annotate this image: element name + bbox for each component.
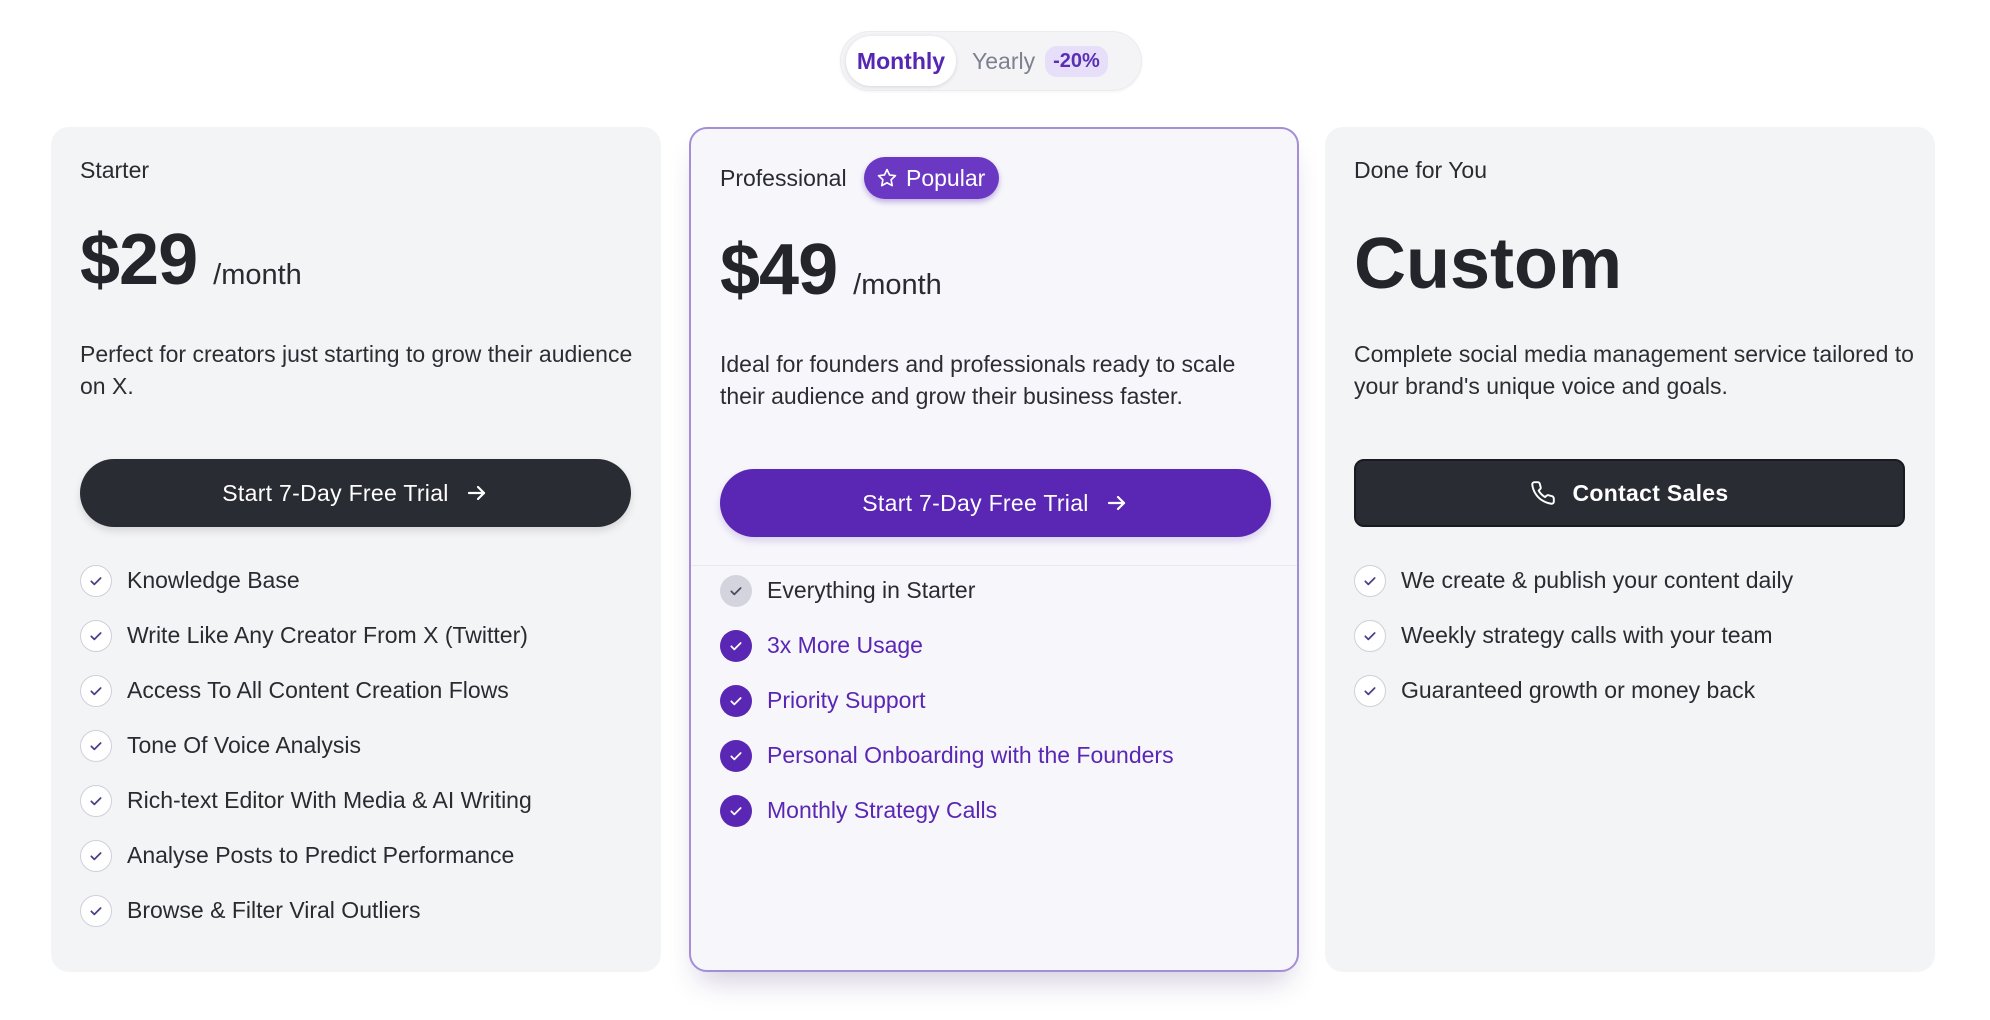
contact-sales-button[interactable]: Contact Sales <box>1354 459 1905 527</box>
feature-item: Rich-text Editor With Media & AI Writing <box>80 773 532 828</box>
feature-item: Knowledge Base <box>80 553 532 608</box>
feature-item: Priority Support <box>720 673 1174 728</box>
contact-sales-label: Contact Sales <box>1572 479 1729 506</box>
arrow-right-icon <box>1105 491 1129 515</box>
check-icon <box>80 729 112 762</box>
start-trial-button[interactable]: Start 7-Day Free Trial <box>720 469 1271 537</box>
feature-label: Weekly strategy calls with your team <box>1401 622 1773 648</box>
plan-card-starter: Starter $29 /month Perfect for creators … <box>51 127 661 972</box>
phone-icon <box>1530 480 1556 506</box>
feature-label: Guaranteed growth or money back <box>1401 677 1756 703</box>
price-amount: $29 <box>80 220 198 300</box>
price-amount: Custom <box>1354 224 1622 304</box>
price-row: $29 /month <box>80 219 302 301</box>
feature-item: Guaranteed growth or money back <box>1354 663 1793 718</box>
feature-label: Tone Of Voice Analysis <box>127 732 361 758</box>
check-icon <box>80 839 112 872</box>
feature-item: Access To All Content Creation Flows <box>80 663 532 718</box>
billing-toggle: Monthly Yearly -20% <box>840 31 1142 91</box>
star-icon <box>876 167 898 189</box>
feature-label: Personal Onboarding with the Founders <box>767 742 1174 768</box>
feature-label: Monthly Strategy Calls <box>767 797 998 823</box>
plan-name: Starter <box>80 157 150 183</box>
feature-label: Everything in Starter <box>767 577 976 603</box>
check-icon <box>720 739 752 772</box>
plan-card-professional: Professional Popular $49 /month Ideal fo… <box>689 127 1299 972</box>
feature-label: Priority Support <box>767 687 926 713</box>
feature-label: Rich-text Editor With Media & AI Writing <box>127 787 532 813</box>
feature-label: Browse & Filter Viral Outliers <box>127 897 421 923</box>
start-trial-label: Start 7-Day Free Trial <box>862 489 1089 516</box>
feature-item: Monthly Strategy Calls <box>720 783 1174 838</box>
check-icon <box>1354 619 1386 652</box>
monthly-label: Monthly <box>856 47 946 74</box>
feature-item: 3x More Usage <box>720 618 1174 673</box>
start-trial-button[interactable]: Start 7-Day Free Trial <box>80 459 631 527</box>
feature-item: Browse & Filter Viral Outliers <box>80 883 532 938</box>
feature-label: We create & publish your content daily <box>1401 567 1794 593</box>
price-period: /month <box>853 269 942 301</box>
check-icon <box>1354 674 1386 707</box>
feature-item: We create & publish your content daily <box>1354 553 1793 608</box>
feature-list: We create & publish your content daily We… <box>1354 553 1793 718</box>
plan-description: Perfect for creators just starting to gr… <box>80 341 633 399</box>
popular-badge-label: Popular <box>906 164 986 191</box>
yearly-label: Yearly <box>972 47 1036 74</box>
feature-list: Knowledge Base Write Like Any Creator Fro… <box>80 553 532 938</box>
yearly-toggle-option[interactable]: Yearly -20% <box>956 36 1120 86</box>
check-icon <box>80 564 112 597</box>
popular-badge: Popular <box>864 157 1000 199</box>
feature-item: Everything in Starter <box>720 563 1174 618</box>
check-icon <box>80 784 112 817</box>
plan-name: Done for You <box>1354 157 1488 183</box>
check-icon <box>720 574 752 607</box>
feature-item: Personal Onboarding with the Founders <box>720 728 1174 783</box>
feature-label: Write Like Any Creator From X (Twitter) <box>127 622 528 648</box>
discount-badge: -20% <box>1045 45 1108 77</box>
price-amount: $49 <box>720 230 838 310</box>
check-icon <box>720 794 752 827</box>
price-row: $49 /month <box>720 229 942 311</box>
check-icon <box>720 684 752 717</box>
feature-label: 3x More Usage <box>767 632 923 658</box>
start-trial-label: Start 7-Day Free Trial <box>222 479 449 506</box>
plan-description: Ideal for founders and professionals rea… <box>720 351 1236 409</box>
check-icon <box>80 894 112 927</box>
feature-item: Analyse Posts to Predict Performance <box>80 828 532 883</box>
feature-item: Weekly strategy calls with your team <box>1354 608 1793 663</box>
check-icon <box>80 619 112 652</box>
check-icon <box>720 629 752 662</box>
plan-card-done-for-you: Done for You Custom Complete social medi… <box>1325 127 1935 972</box>
monthly-toggle-option[interactable]: Monthly <box>846 36 956 86</box>
check-icon <box>80 674 112 707</box>
arrow-right-icon <box>465 481 489 505</box>
feature-label: Access To All Content Creation Flows <box>127 677 509 703</box>
plan-description: Complete social media management service… <box>1354 341 1914 399</box>
check-icon <box>1354 564 1386 597</box>
feature-item: Write Like Any Creator From X (Twitter) <box>80 608 532 663</box>
feature-item: Tone Of Voice Analysis <box>80 718 532 773</box>
feature-label: Knowledge Base <box>127 567 300 593</box>
feature-list: Everything in Starter 3x More Usage Priori… <box>720 563 1174 838</box>
feature-label: Analyse Posts to Predict Performance <box>127 842 515 868</box>
plan-name: Professional <box>720 165 847 191</box>
price-period: /month <box>213 259 302 291</box>
